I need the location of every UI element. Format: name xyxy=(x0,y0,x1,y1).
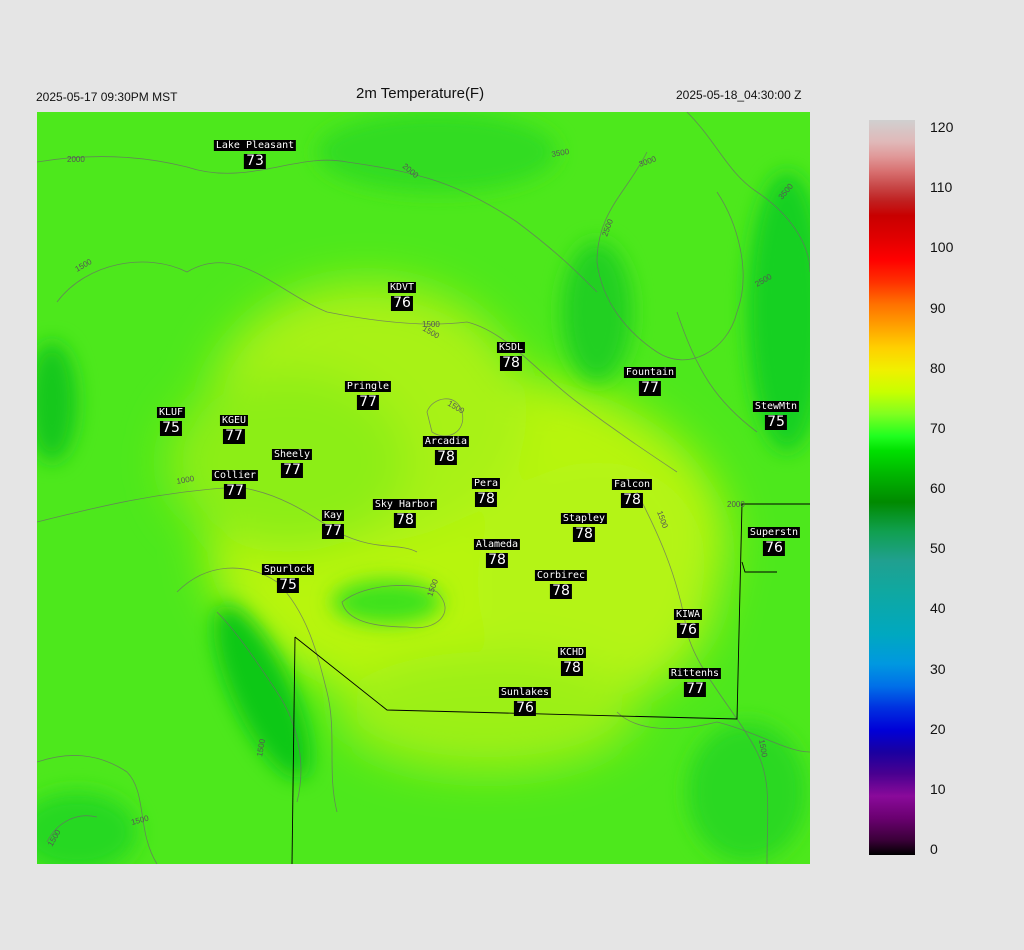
colorbar-tick-label: 10 xyxy=(930,780,946,797)
colorbar-tick-label: 90 xyxy=(930,299,946,316)
colorbar-tick-label: 20 xyxy=(930,720,946,737)
colorbar-tick-label: 30 xyxy=(930,660,946,677)
local-time-label: 2025-05-17 09:30PM MST xyxy=(36,90,178,104)
colorbar-tick-label: 110 xyxy=(930,179,953,196)
map-title: 2m Temperature(F) xyxy=(356,85,485,102)
colorbar-tick-label: 0 xyxy=(930,841,938,857)
colorbar-tick-label: 120 xyxy=(930,119,954,135)
colorbar-tick-label: 100 xyxy=(930,239,954,256)
contour-label: 1500 xyxy=(422,320,440,329)
colorbar-tick-label: 50 xyxy=(930,540,946,557)
contour-label: 2000 xyxy=(67,155,85,164)
temperature-map: 2000 1500 1000 1500 2000 2500 3000 3500 3500 2500… xyxy=(37,112,810,864)
colorbar-tick-label: 60 xyxy=(930,480,946,496)
contour-label: 2000 xyxy=(727,500,745,509)
utc-time-label: 2025-05-18_04:30:00 Z xyxy=(676,88,802,102)
colorbar-tick-label: 40 xyxy=(930,600,946,617)
colorbar-tick-label: 70 xyxy=(930,419,946,436)
colorbar xyxy=(869,120,915,855)
map-field-svg: 2000150010001500200025003000350035002500… xyxy=(37,112,810,864)
colorbar-tick-label: 80 xyxy=(930,359,946,376)
